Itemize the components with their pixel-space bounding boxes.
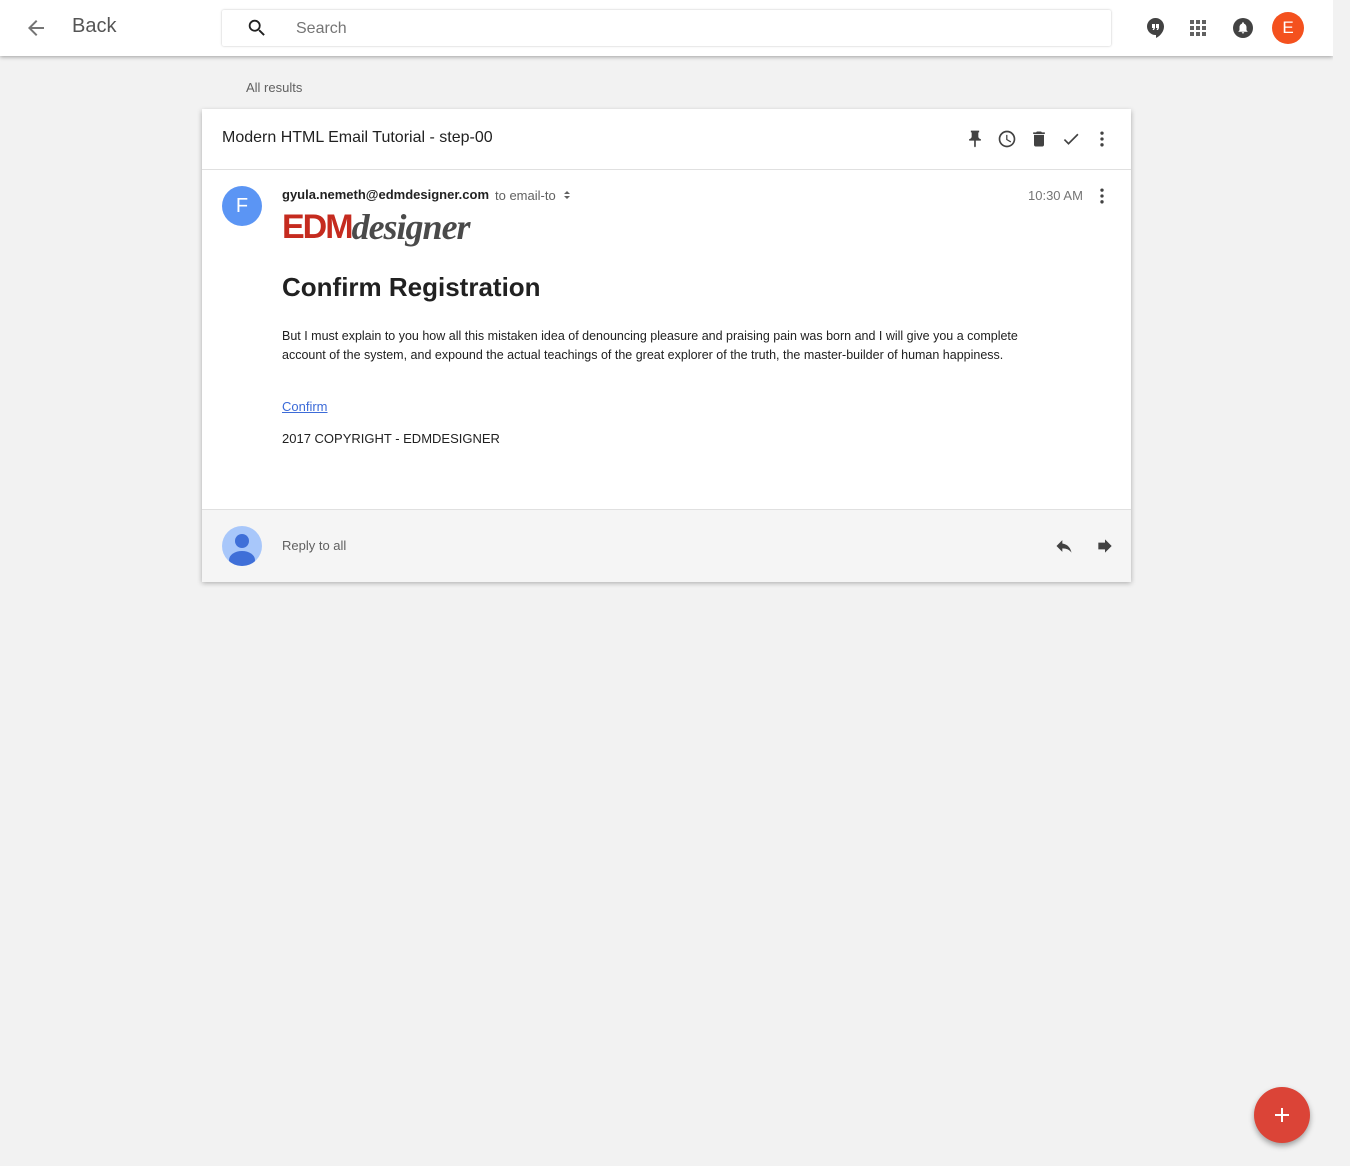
user-avatar-icon [222,526,262,566]
reply-to-all-field[interactable]: Reply to all [282,538,346,553]
email-title: Confirm Registration [282,272,541,302]
plus-icon [1275,1108,1289,1122]
scrollbar[interactable] [1333,0,1350,1166]
back-arrow-icon[interactable] [24,16,48,40]
email-thread-card: Modern HTML Email Tutorial - step-00 F g… [202,109,1131,582]
search-icon[interactable] [246,17,268,39]
apps-grid-icon[interactable] [1186,16,1210,40]
account-avatar[interactable]: E [1272,12,1304,44]
top-app-bar: Back E [0,0,1333,56]
recipient-line[interactable]: to email-to [495,188,556,203]
sender-email[interactable]: gyula.nemeth@edmdesigner.com [282,187,489,202]
trash-icon[interactable] [1029,129,1049,149]
message-time: 10:30 AM [1028,188,1083,203]
thread-subject: Modern HTML Email Tutorial - step-00 [222,129,493,146]
copyright-text: 2017 COPYRIGHT - EDMDESIGNER [282,431,500,446]
snooze-clock-icon[interactable] [997,129,1017,149]
breadcrumb[interactable]: All results [246,80,302,95]
reply-icon[interactable] [1053,536,1075,556]
pin-icon[interactable] [965,129,985,149]
logo-edm-text: EDM [282,208,354,246]
forward-icon[interactable] [1095,536,1115,556]
thread-header: Modern HTML Email Tutorial - step-00 [202,109,1131,170]
expand-details-icon[interactable] [562,189,572,201]
search-input[interactable] [294,16,1078,42]
compose-button[interactable] [1254,1087,1310,1143]
email-body-text: But I must explain to you how all this m… [282,329,1018,362]
reply-bar[interactable]: Reply to all [202,509,1131,582]
done-check-icon[interactable] [1061,129,1081,149]
confirm-link[interactable]: Confirm [282,399,328,414]
hangouts-icon[interactable] [1144,16,1168,40]
more-vert-icon[interactable] [1092,129,1112,149]
sender-avatar[interactable]: F [222,186,262,226]
search-box[interactable] [222,10,1111,46]
notifications-bell-icon[interactable] [1231,16,1255,40]
message-more-icon[interactable] [1092,186,1112,206]
back-button[interactable]: Back [72,15,116,38]
logo-designer-text: designer [351,207,471,247]
edmdesigner-logo: EDMdesigner [282,207,471,248]
